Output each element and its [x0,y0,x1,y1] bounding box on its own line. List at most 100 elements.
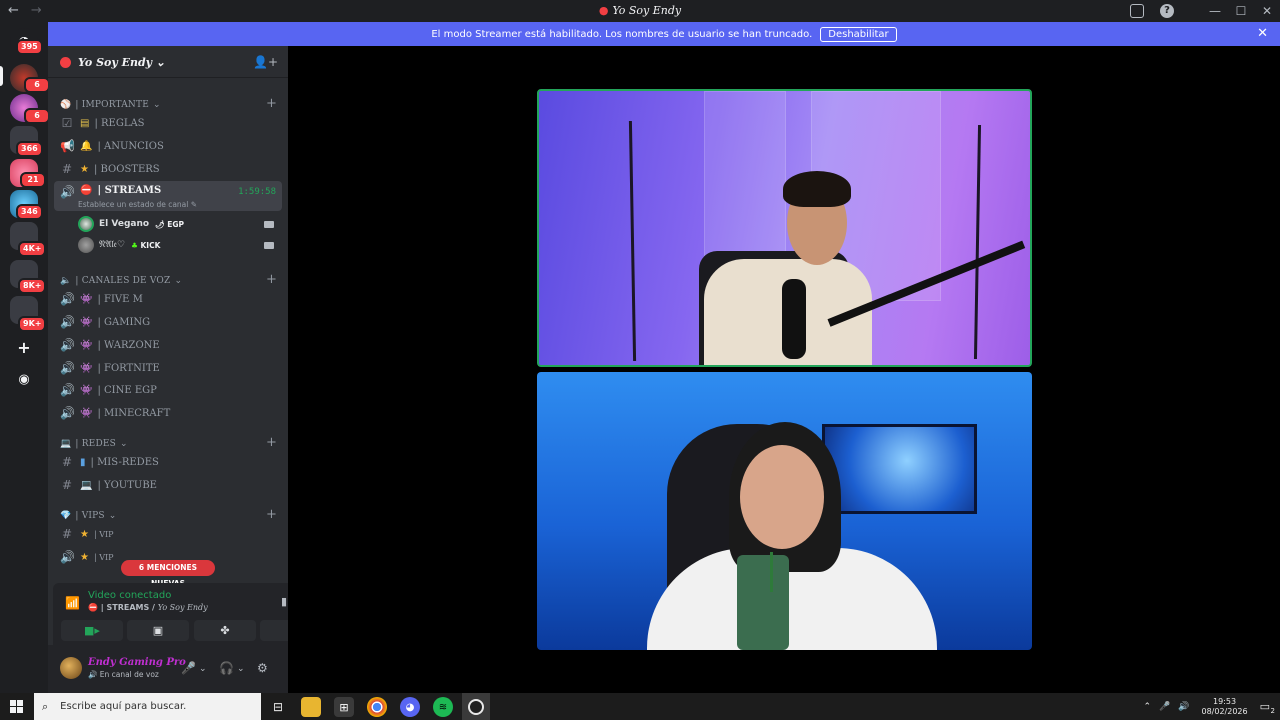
voice-user-1[interactable]: El Vegano 🌶 EGP [78,214,280,234]
discord-taskbar-icon[interactable]: ◕ [400,697,420,717]
channel-fortnite[interactable]: 🔊 👾 | FORTNITE [54,357,282,379]
streamer-mode-banner: El modo Streamer está habilitado. Los no… [48,22,1280,46]
task-view-icon[interactable]: ⊟ [268,697,288,717]
channel-vip-text[interactable]: # ★ | VIP [54,523,282,545]
category-vips[interactable]: 💎 | VIPS ⌄ + [60,507,277,522]
video-tile-speaking[interactable] [537,89,1032,367]
unread-badge: 21 [20,172,46,188]
unread-badge: 366 [16,141,43,157]
notifications-icon[interactable]: ▭ 2 [1260,700,1275,715]
voice-user-2[interactable]: 𝔑𝔄𝔩𝔢♡ ♣ KICK [78,235,280,255]
channel-streams-active[interactable]: 🔊 ⛔ | STREAMS 1:59:58 Establece un estado … [54,181,282,211]
file-explorer-icon[interactable] [301,697,321,717]
create-channel-icon[interactable]: + [266,507,277,522]
voice-status[interactable]: Video conectado [88,590,171,601]
channel-anuncios[interactable]: 📢 🔔 | ANUNCIOS [54,135,282,157]
straw [770,552,773,592]
taskbar-search[interactable]: ⌕ Escribe aquí para buscar. [34,693,261,720]
create-channel-icon[interactable]: + [266,435,277,450]
speaker-icon: 🔊 [60,185,75,199]
user-status: 🔊 En canal de voz [88,670,159,679]
channel-gaming[interactable]: 🔊 👾 | GAMING [54,311,282,333]
user-avatar[interactable] [60,657,82,679]
close-icon[interactable]: ✕ [1257,26,1268,41]
signal-icon[interactable]: 📶 [65,596,80,610]
channel-cine-egp[interactable]: 🔊 👾 | CINE EGP [54,379,282,401]
rules-icon: ☑ [61,116,73,130]
inbox-icon[interactable] [1130,4,1144,18]
channel-youtube[interactable]: # 💻 | YOUTUBE [54,474,282,496]
volume-icon[interactable]: 🔊 [1178,702,1189,712]
mic-options-chevron-icon[interactable]: ⌄ [199,664,207,674]
create-channel-icon[interactable]: + [266,96,277,111]
app-window: ← → ●Yo Soy Endy ? — ☐ ✕ ◕ 395 6 6 366 2… [0,0,1280,720]
windows-start-icon[interactable] [10,700,23,713]
headphones-icon[interactable]: 🎧 [219,661,234,675]
share-screen-button[interactable]: ▣ [127,620,189,641]
system-tray: ⌃ 🎤 🔊 19:53 08/02/2026 ▭ 2 [1144,693,1280,720]
chrome-icon[interactable] [367,697,387,717]
person-head [740,445,824,549]
close-window-button[interactable]: ✕ [1254,4,1280,18]
tray-mic-icon[interactable]: 🎤 [1159,702,1170,712]
tv-screen [822,424,977,514]
add-server-icon[interactable]: + [12,335,36,359]
phone-emoji-icon: ▮ [80,456,86,468]
microphone [782,279,806,359]
no-entry-emoji-icon: ⛔ [80,185,93,196]
windows-taskbar: ⌕ Escribe aquí para buscar. ⊟ ⊞ ◕ ≋ ⌃ 🎤 … [0,693,1280,720]
minimize-button[interactable]: — [1202,4,1228,18]
unread-badge: 6 [24,108,50,124]
disable-streamer-button[interactable]: Deshabilitar [820,26,897,42]
settings-gear-icon[interactable]: ⚙ [257,661,268,675]
channel-mis-redes[interactable]: # ▮ | MIS-REDES [54,451,282,473]
avatar [78,237,94,253]
clock[interactable]: 19:53 08/02/2026 [1201,697,1247,717]
channel-reglas[interactable]: ☑ ▤ | REGLAS [54,112,282,134]
obs-icon [468,698,484,715]
invite-icon[interactable]: 👤+ [253,55,278,69]
video-stage [288,46,1280,693]
star-emoji-icon: ★ [80,551,89,563]
maximize-button[interactable]: ☐ [1228,4,1254,18]
stand-pole [973,124,982,360]
banner-text: El modo Streamer está habilitado. Los no… [431,28,813,40]
activities-button[interactable]: ✤ [194,620,256,641]
hashtag-icon: # [61,455,73,469]
voice-channel-info[interactable]: ⛔ | STREAMS / Yo Soy Endy [88,603,208,612]
channel-warzone[interactable]: 🔊 👾 | WARZONE [54,334,282,356]
audio-options-chevron-icon[interactable]: ⌄ [237,664,245,674]
discover-icon[interactable]: ◉ [12,367,36,391]
channel-five-m[interactable]: 🔊 👾 | FIVE M [54,288,282,310]
speaker-icon: 🔊 [60,406,75,420]
category-redes[interactable]: 💻 | REDES ⌄ + [60,435,277,450]
video-tile[interactable] [537,372,1032,650]
store-icon[interactable]: ⊞ [334,697,354,717]
role-tag: 🌶 EGP [155,219,184,229]
channel-status-prompt[interactable]: Establece un estado de canal ✎ [78,200,197,209]
spotify-icon[interactable]: ≋ [433,697,453,717]
channel-sidebar: Yo Soy Endy ⌄ 👤+ ⚾ | IMPORTANTE ⌄ + ☑ ▤ | R… [48,46,336,693]
title-bar: ← → ● Yo Soy Endy ? — ☐ ✕ [0,0,1280,22]
avatar [78,216,94,232]
diamond-emoji-icon: 💎 [60,511,72,521]
help-icon[interactable]: ? [1160,4,1174,18]
obs-taskbar-button[interactable] [462,693,490,720]
stand-pole [628,120,637,362]
microphone-icon[interactable]: 🎤 [181,661,196,675]
channel-minecraft[interactable]: 🔊 👾 | MINECRAFT [54,402,282,424]
hashtag-icon: # [61,478,73,492]
category-importante[interactable]: ⚾ | IMPORTANTE ⌄ + [60,96,277,111]
camera-icon [264,241,274,249]
create-channel-icon[interactable]: + [266,272,277,287]
category-canales-de-voz[interactable]: 🔈 | CANALES DE VOZ ⌄ + [60,272,277,287]
new-mentions-pill[interactable]: 6 MENCIONES NUEVAS [121,560,215,588]
camera-button[interactable]: ■▸ [61,620,123,641]
channel-boosters[interactable]: # ★ | BOOSTERS [54,158,282,180]
user-name[interactable]: Endy Gaming Pro [88,657,186,668]
alien-emoji-icon: 👾 [80,316,93,328]
tray-chevron-icon[interactable]: ⌃ [1144,702,1152,712]
guild-header[interactable]: Yo Soy Endy ⌄ 👤+ [48,46,288,78]
unread-badge: 6 [24,77,50,93]
hashtag-icon: # [61,162,73,176]
